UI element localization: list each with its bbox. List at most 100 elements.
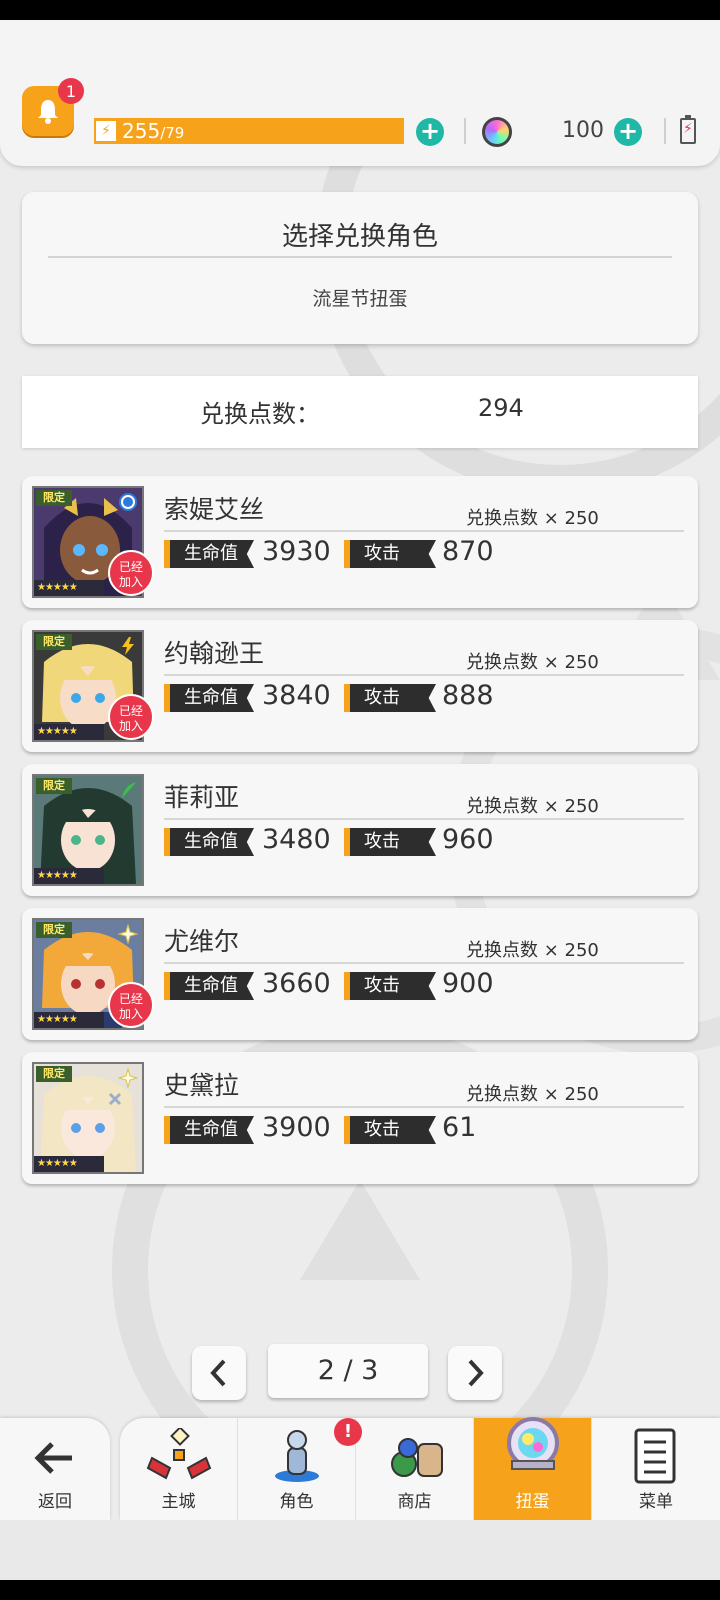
system-navigation-bar	[0, 1580, 720, 1600]
energy-max: /79	[160, 124, 185, 142]
character-name: 菲莉亚	[164, 783, 240, 812]
gem-icon	[482, 117, 512, 147]
attack-value: 888	[442, 680, 494, 711]
chevron-right-icon	[468, 1359, 484, 1387]
water-element-icon	[119, 493, 137, 511]
wind-element-icon	[122, 782, 136, 798]
joined-badge: 已经 加入	[108, 550, 154, 596]
next-page-button[interactable]	[448, 1346, 502, 1400]
battery-icon: ⚡	[680, 115, 696, 144]
rarity-stars: ★★★★★	[34, 1012, 104, 1028]
attack-value: 870	[442, 536, 494, 567]
plus-icon: +	[419, 117, 441, 145]
arrow-left-icon	[34, 1442, 72, 1474]
divider	[48, 256, 672, 258]
exchange-points-value: 294	[478, 394, 524, 422]
limited-tag: 限定	[36, 1066, 72, 1082]
character-name: 约翰逊王	[164, 639, 265, 668]
plus-icon: +	[617, 117, 639, 145]
attack-value: 900	[442, 968, 494, 999]
rarity-stars: ★★★★★	[34, 580, 104, 596]
town-icon	[146, 1428, 212, 1480]
rarity-stars: ★★★★★	[34, 868, 104, 884]
limited-tag: 限定	[36, 490, 72, 506]
character-name: 史黛拉	[164, 1071, 240, 1100]
page-title: 选择兑换角色	[281, 222, 438, 252]
gacha-icon	[507, 1417, 559, 1470]
character-card-stella[interactable]: 限定 ★★★★★ 史黛拉 兑换点数 × 250 生命值 3900 攻击 61	[22, 1052, 698, 1184]
character-name: 索媞艾丝	[164, 495, 265, 524]
hp-value: 3900	[262, 1112, 331, 1143]
add-energy-button[interactable]: +	[416, 118, 444, 146]
attack-label: 攻击	[344, 1116, 436, 1144]
character-card-filia[interactable]: 限定 ★★★★★ 菲莉亚 兑换点数 × 250 生命值 3480 攻击 960	[22, 764, 698, 896]
divider	[164, 674, 684, 676]
exchange-cost: 兑换点数 × 250	[466, 940, 599, 961]
chevron-left-icon	[210, 1359, 226, 1387]
divider	[164, 818, 684, 820]
character-name: 尤维尔	[164, 927, 240, 956]
exchange-cost: 兑换点数 × 250	[466, 1084, 599, 1105]
gesture-area	[0, 1520, 720, 1580]
exchange-cost: 兑换点数 × 250	[466, 508, 599, 529]
hp-value: 3660	[262, 968, 331, 999]
add-gem-button[interactable]: +	[614, 118, 642, 146]
hp-value: 3840	[262, 680, 331, 711]
top-resource-bar	[0, 20, 720, 166]
exchange-points-label: 兑换点数：	[200, 400, 320, 428]
character-portrait: 限定 ★★★★★	[32, 774, 144, 886]
nav-item-gacha[interactable]: 扭蛋	[474, 1417, 592, 1520]
hp-label: 生命值	[164, 540, 254, 568]
character-card-yuvel[interactable]: 限定 ★★★★★ 已经 加入 尤维尔 兑换点数 × 250 生命值 3660 攻击…	[22, 908, 698, 1040]
notification-count-badge: 1	[58, 78, 84, 104]
nav-label: 菜单	[639, 1492, 673, 1512]
character-portrait: 限定 ★★★★★	[32, 1062, 144, 1174]
rarity-stars: ★★★★★	[34, 724, 104, 740]
divider	[164, 530, 684, 532]
divider	[164, 1106, 684, 1108]
character-card-sotis[interactable]: 限定 ★★★★★ 已经 加入 索媞艾丝 兑换点数 × 250 生命值 3930 攻…	[22, 476, 698, 608]
hp-label: 生命值	[164, 684, 254, 712]
nav-label: 扭蛋	[515, 1492, 550, 1512]
exchange-cost: 兑换点数 × 250	[466, 796, 599, 817]
title-card: 选择兑换角色 流星节扭蛋	[22, 192, 698, 344]
divider	[464, 118, 466, 144]
exchange-points-box: 兑换点数： 294	[22, 376, 698, 448]
divider	[664, 118, 666, 144]
energy-current: 255	[122, 119, 161, 143]
attack-label: 攻击	[344, 540, 436, 568]
bell-icon	[38, 100, 58, 124]
gem-count: 100	[562, 118, 604, 143]
limited-tag: 限定	[36, 922, 72, 938]
page-indicator: 2 / 3	[268, 1344, 428, 1398]
limited-tag: 限定	[36, 778, 72, 794]
rarity-stars: ★★★★★	[34, 1156, 104, 1172]
hp-label: 生命值	[164, 828, 254, 856]
light-element-icon	[118, 1068, 138, 1088]
divider	[164, 962, 684, 964]
lightning-icon: ⚡	[96, 121, 116, 141]
attack-value: 960	[442, 824, 494, 855]
energy-readout: 255/79	[122, 119, 184, 143]
hp-label: 生命值	[164, 1116, 254, 1144]
thunder-element-icon	[122, 637, 134, 655]
limited-tag: 限定	[36, 634, 72, 650]
energy-bar: ⚡ 255/79	[94, 118, 404, 144]
nav-label: 角色	[279, 1492, 314, 1512]
menu-icon	[634, 1428, 676, 1484]
exchange-cost: 兑换点数 × 250	[466, 652, 599, 673]
light-element-icon	[118, 924, 138, 944]
previous-page-button[interactable]	[192, 1346, 246, 1400]
nav-item-menu[interactable]: 菜单	[592, 1418, 720, 1520]
attack-label: 攻击	[344, 828, 436, 856]
nav-item-town[interactable]: 主城	[120, 1418, 238, 1520]
hp-value: 3480	[262, 824, 331, 855]
hp-label: 生命值	[164, 972, 254, 1000]
character-card-johnson-king[interactable]: 限定 ★★★★★ 已经 加入 约翰逊王 兑换点数 × 250 生命值 3840 攻…	[22, 620, 698, 752]
back-label: 返回	[38, 1492, 72, 1512]
back-button[interactable]: 返回	[0, 1418, 110, 1520]
character-icon	[275, 1430, 319, 1482]
attack-value: 61	[442, 1112, 477, 1143]
nav-item-shop[interactable]: 商店	[356, 1418, 474, 1520]
attack-label: 攻击	[344, 684, 436, 712]
